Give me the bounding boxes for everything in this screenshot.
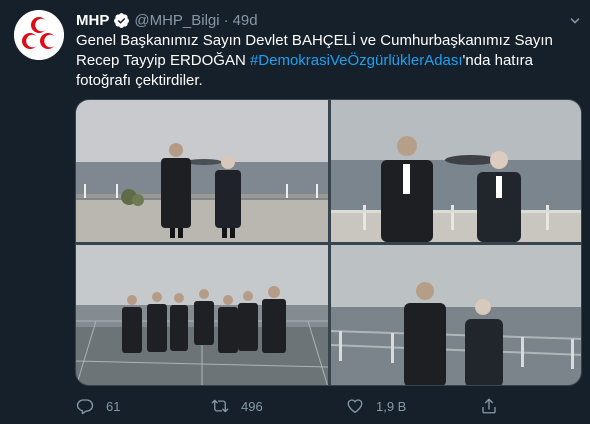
tweet-header: MHP @MHP_Bilgi · 49d bbox=[76, 11, 258, 29]
photo-4[interactable] bbox=[331, 245, 581, 385]
verified-badge-icon bbox=[114, 12, 130, 28]
separator-dot: · bbox=[223, 11, 229, 29]
like-button[interactable]: 1,9 B bbox=[346, 396, 406, 416]
photo-group-glass-platform bbox=[76, 245, 328, 385]
reply-count: 61 bbox=[106, 398, 121, 414]
photo-two-leaders-terrace-island bbox=[76, 100, 328, 242]
mhp-logo-icon bbox=[14, 10, 64, 60]
retweet-button[interactable]: 496 bbox=[211, 396, 263, 416]
display-name[interactable]: MHP bbox=[76, 12, 109, 29]
reply-button[interactable]: 61 bbox=[76, 396, 120, 416]
retweet-icon bbox=[211, 399, 229, 413]
photo-1[interactable] bbox=[76, 100, 328, 242]
like-count: 1,9 B bbox=[376, 398, 407, 414]
photo-two-leaders-sea-closeup bbox=[331, 100, 581, 242]
photo-3[interactable] bbox=[76, 245, 328, 385]
tweet-actions: 61 496 1,9 B bbox=[76, 396, 576, 418]
photo-2[interactable] bbox=[331, 100, 581, 242]
reply-icon bbox=[76, 399, 94, 415]
heart-icon bbox=[347, 399, 363, 414]
timestamp[interactable]: 49d bbox=[233, 12, 258, 29]
tweet[interactable]: MHP @MHP_Bilgi · 49d Genel Başkanımız Sa… bbox=[0, 0, 590, 424]
tweet-text: Genel Başkanımız Sayın Devlet BAHÇELİ ve… bbox=[76, 31, 576, 91]
hashtag-link[interactable]: #DemokrasiVeÖzgürlüklerAdası bbox=[250, 52, 463, 69]
share-icon bbox=[482, 398, 496, 414]
retweet-count: 496 bbox=[241, 398, 263, 414]
chevron-down-icon[interactable] bbox=[566, 12, 584, 30]
avatar[interactable] bbox=[14, 10, 64, 60]
photo-grid bbox=[75, 99, 582, 386]
photo-two-leaders-glass-railing bbox=[331, 245, 581, 385]
share-button[interactable] bbox=[480, 396, 510, 416]
handle[interactable]: @MHP_Bilgi bbox=[134, 12, 219, 29]
